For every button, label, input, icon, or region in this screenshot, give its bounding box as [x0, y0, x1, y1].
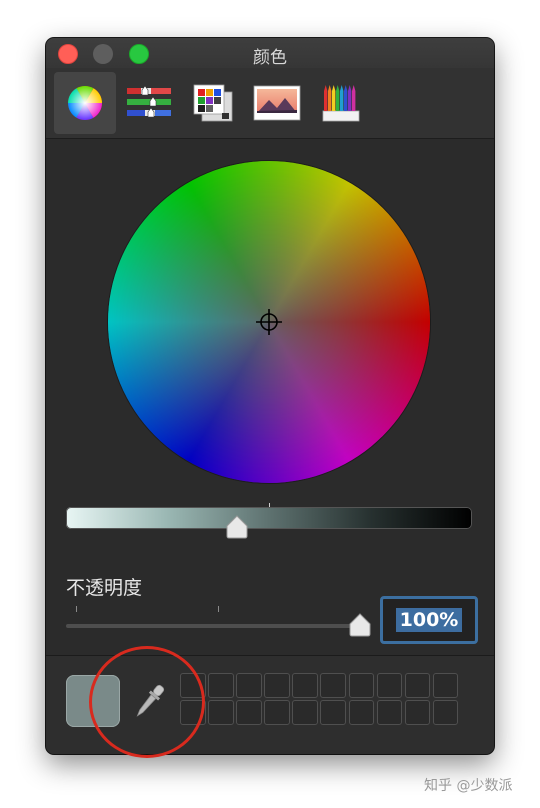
- saved-swatch-cell[interactable]: [404, 700, 431, 725]
- picker-mode-toolbar: [46, 68, 494, 139]
- eyedropper-icon[interactable]: [132, 680, 166, 724]
- brightness-slider-thumb[interactable]: [225, 515, 249, 539]
- saved-swatch-cell[interactable]: [292, 673, 318, 698]
- saved-swatch-cell[interactable]: [208, 673, 234, 698]
- tab-pencils[interactable]: [310, 72, 372, 134]
- color-wheel-icon: [68, 86, 102, 120]
- saved-swatch-cell[interactable]: [432, 700, 459, 725]
- title-bar[interactable]: 颜色: [46, 38, 494, 68]
- window-title: 颜色: [253, 48, 287, 68]
- brightness-slider[interactable]: [66, 507, 472, 529]
- opacity-tick: [218, 606, 219, 612]
- saved-swatch-cell[interactable]: [208, 700, 234, 725]
- colors-window: 颜色 不透明度 100%: [46, 38, 494, 754]
- color-palettes-icon: [193, 84, 233, 122]
- opacity-value-field[interactable]: 100%: [380, 596, 478, 644]
- saved-swatch-cell[interactable]: [292, 700, 318, 725]
- saved-swatch-cell[interactable]: [348, 700, 375, 725]
- pencils-icon: [322, 85, 360, 122]
- saved-swatch-cell[interactable]: [404, 673, 431, 698]
- image-palettes-icon: [253, 85, 301, 121]
- saved-swatch-cell[interactable]: [264, 700, 290, 725]
- opacity-tick: [76, 606, 77, 612]
- saved-swatch-cell[interactable]: [236, 673, 262, 698]
- saved-swatch-cell[interactable]: [348, 673, 375, 698]
- tab-image-palettes[interactable]: [246, 72, 308, 134]
- watermark: 知乎 @少数派: [424, 778, 513, 794]
- saved-swatch-cell[interactable]: [236, 700, 262, 725]
- swatch-bar: [46, 655, 494, 754]
- tab-color-sliders[interactable]: [118, 72, 180, 134]
- saved-swatch-cell[interactable]: [264, 673, 290, 698]
- current-color-swatch[interactable]: [66, 675, 120, 727]
- tab-color-wheel[interactable]: [54, 72, 116, 134]
- opacity-label: 不透明度: [66, 577, 143, 599]
- saved-swatch-cell[interactable]: [376, 673, 403, 698]
- color-wheel-panel: 不透明度 100%: [46, 139, 494, 654]
- saved-swatches-grid: [180, 673, 462, 729]
- saved-swatch-cell[interactable]: [320, 673, 347, 698]
- saved-swatch-cell[interactable]: [376, 700, 403, 725]
- color-sliders-icon: [127, 85, 171, 118]
- tab-color-palettes[interactable]: [182, 72, 244, 134]
- opacity-value: 100%: [395, 608, 463, 632]
- saved-swatch-cell[interactable]: [180, 673, 206, 698]
- opacity-slider-thumb[interactable]: [348, 613, 372, 637]
- crosshair-icon[interactable]: [255, 308, 283, 336]
- color-wheel[interactable]: [108, 161, 430, 483]
- opacity-slider[interactable]: [66, 624, 358, 628]
- saved-swatch-cell[interactable]: [320, 700, 347, 725]
- saved-swatch-cell[interactable]: [180, 700, 206, 725]
- saved-swatch-cell[interactable]: [432, 673, 459, 698]
